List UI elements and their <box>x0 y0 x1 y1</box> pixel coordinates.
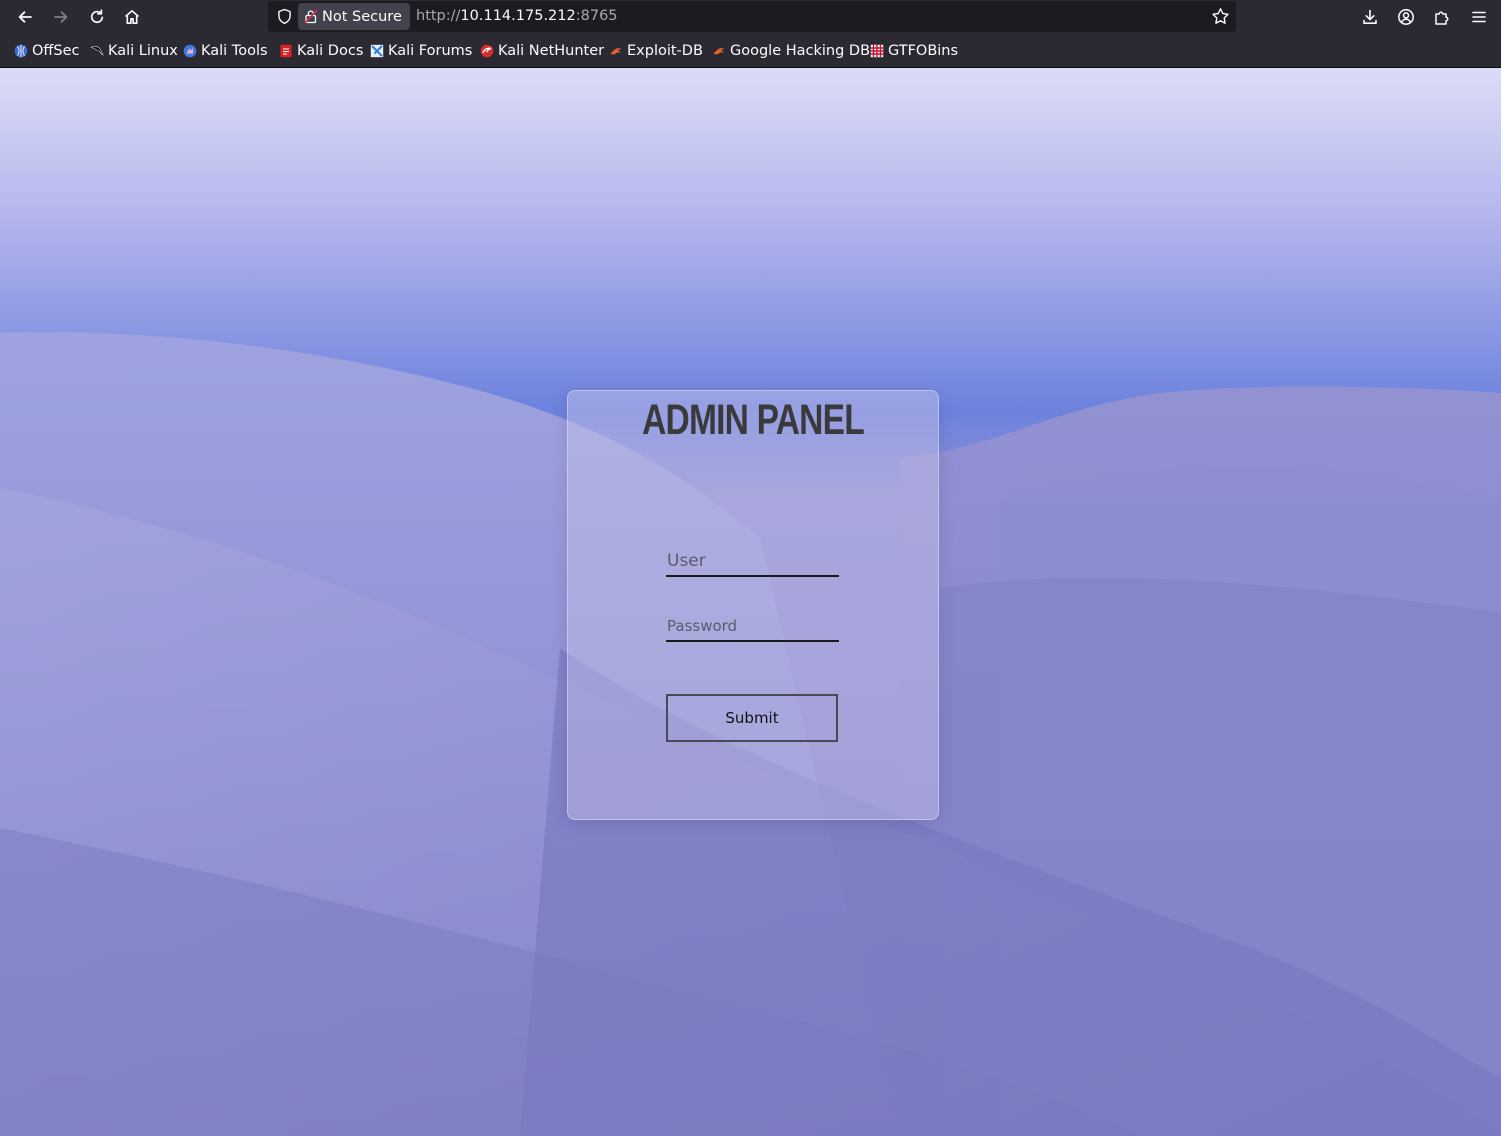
home-icon <box>124 10 140 24</box>
bookmark-kali-forums[interactable]: Kali Forums <box>370 42 472 60</box>
reload-icon <box>90 9 104 24</box>
tracking-protection-shield-icon[interactable] <box>276 8 293 25</box>
bookmark-label: Kali Docs <box>297 43 364 59</box>
forward-button[interactable] <box>48 4 74 30</box>
hamburger-menu-icon <box>1472 11 1486 23</box>
bookmark-kali-nethunter[interactable]: Kali NetHunter <box>480 42 604 60</box>
bookmark-gtfobins[interactable]: GTFOBins <box>870 42 958 60</box>
bookmark-label: Exploit-DB <box>627 43 703 59</box>
downloads-button[interactable] <box>1357 4 1383 30</box>
bookmarks-toolbar: OffSec Kali Linux Kali Tools Kali Docs K… <box>0 33 1501 68</box>
bookmark-star-icon[interactable] <box>1211 7 1230 26</box>
kali-docs-icon <box>280 44 292 58</box>
url-port: :8765 <box>575 8 618 24</box>
back-button[interactable] <box>12 4 38 30</box>
bookmark-label: Kali Forums <box>388 43 473 59</box>
password-input[interactable] <box>666 612 839 642</box>
forward-arrow-icon <box>54 11 68 23</box>
account-button[interactable] <box>1393 4 1419 30</box>
app-menu-button[interactable] <box>1466 4 1492 30</box>
submit-button[interactable]: Submit <box>666 694 838 742</box>
insecure-lock-icon <box>304 9 318 24</box>
account-icon <box>1398 9 1414 25</box>
browser-toolbar: Not Secure http://10.114.175.212:8765 <box>0 0 1501 33</box>
login-card: ADMIN PANEL Submit <box>567 390 939 820</box>
url-scheme: http:// <box>416 8 461 24</box>
ghdb-icon <box>713 48 725 55</box>
offsec-icon <box>14 44 28 58</box>
user-input[interactable] <box>666 547 839 577</box>
gtfobins-icon <box>870 44 884 58</box>
kali-forums-icon <box>370 44 384 58</box>
page-title: ADMIN PANEL <box>642 396 865 444</box>
url-host: 10.114.175.212 <box>460 8 576 24</box>
address-bar[interactable]: Not Secure http://10.114.175.212:8765 <box>268 1 1236 32</box>
bookmark-kali-tools[interactable]: Kali Tools <box>183 42 268 60</box>
back-arrow-icon <box>18 11 32 23</box>
bookmark-label: OffSec <box>32 43 80 59</box>
bookmark-label: Google Hacking DB <box>730 43 871 59</box>
extensions-button[interactable] <box>1429 4 1455 30</box>
bookmark-kali-linux[interactable]: Kali Linux <box>90 42 178 60</box>
nethunter-icon <box>480 44 494 58</box>
exploit-db-icon <box>610 48 622 55</box>
kali-tools-icon <box>183 44 197 58</box>
bookmark-label: GTFOBins <box>888 43 959 59</box>
bookmark-google-hacking-db[interactable]: Google Hacking DB <box>712 42 870 60</box>
url-text[interactable]: http://10.114.175.212:8765 <box>416 8 618 24</box>
home-button[interactable] <box>119 4 145 30</box>
bookmark-offsec[interactable]: OffSec <box>14 42 80 60</box>
page-viewport: ADMIN PANEL Submit <box>0 68 1501 1136</box>
reload-button[interactable] <box>84 4 110 30</box>
site-security-indicator[interactable]: Not Secure <box>298 3 410 30</box>
bookmark-label: Kali Linux <box>108 43 178 59</box>
bookmark-label: Kali NetHunter <box>498 43 605 59</box>
puzzle-piece-icon <box>1435 11 1449 25</box>
bookmark-exploit-db[interactable]: Exploit-DB <box>609 42 703 60</box>
security-label: Not Secure <box>322 8 402 25</box>
bookmark-label: Kali Tools <box>201 43 268 59</box>
bookmark-kali-docs[interactable]: Kali Docs <box>279 42 363 60</box>
kali-dragon-icon <box>90 45 104 56</box>
download-icon <box>1363 9 1377 24</box>
